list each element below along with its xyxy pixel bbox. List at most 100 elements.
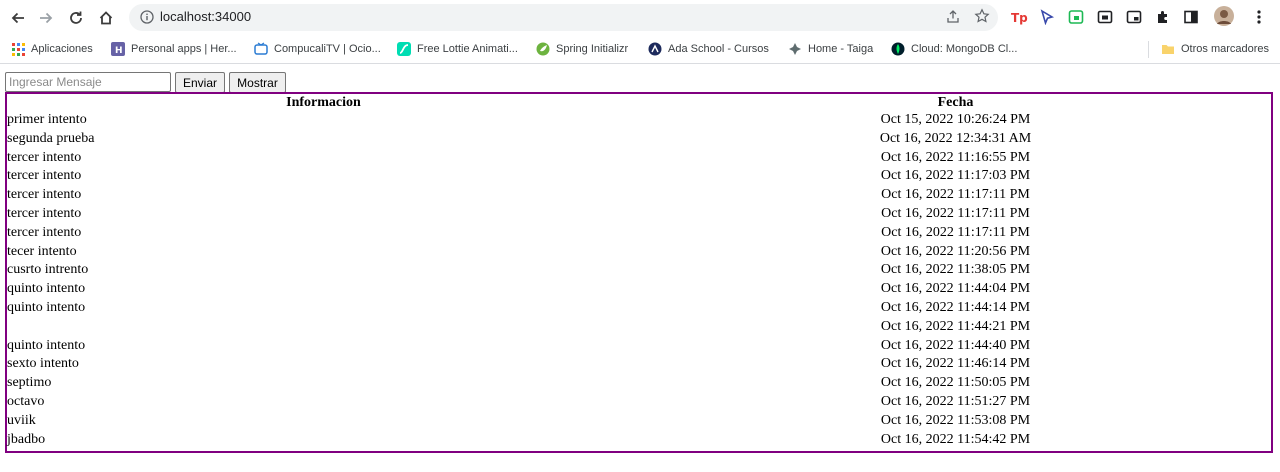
svg-text:H: H [115,46,123,56]
mongodb-icon [891,42,905,56]
cell-date: Oct 16, 2022 11:50:05 PM [880,375,1031,391]
cell-date: Oct 16, 2022 11:44:14 PM [880,299,1031,315]
cell-info: tecer intento [7,243,77,259]
table-row: quinto intento Oct 16, 2022 11:44:04 PM [7,280,1271,299]
address-bar[interactable]: localhost:34000 [129,4,998,31]
cell-info: primer intento [7,112,87,127]
extension-pip-icon[interactable] [1125,8,1143,26]
site-info-icon[interactable] [140,10,154,29]
cell-info: tercer intento [7,187,82,203]
cell-info: tercer intento [7,205,82,221]
bookmark-apps[interactable]: Aplicaciones [11,40,93,58]
extension-green-icon[interactable] [1067,8,1085,26]
forward-arrow-icon [40,12,53,24]
bookmark-label: Personal apps | Her... [131,43,237,55]
cell-info: quinto intento [7,281,86,297]
reload-button[interactable] [64,6,88,30]
bookmark-label: Ada School - Cursos [668,43,769,55]
extensions-puzzle-icon[interactable] [1154,8,1172,26]
cell-date: Oct 16, 2022 11:51:27 PM [880,393,1031,409]
show-button[interactable]: Mostrar [229,72,286,93]
cell-info: uviik [7,412,36,428]
cell-info: tercer intento [7,149,82,165]
taiga-icon [788,42,802,56]
cell-info: sexto intento [7,356,79,372]
svg-text:Tp: Tp [1011,11,1028,25]
bookmark-mongodb[interactable]: Cloud: MongoDB Cl... [891,40,1017,58]
tv-icon [254,42,268,56]
heroku-icon: H [111,42,125,56]
chrome-menu-icon[interactable] [1250,8,1268,26]
bookmark-other-folder[interactable]: Otros marcadores [1161,40,1269,58]
back-button[interactable] [6,6,30,30]
home-icon [99,11,113,25]
forward-button[interactable] [34,6,58,30]
cell-info: quinto intento [7,337,86,353]
profile-avatar[interactable] [1213,5,1235,27]
bookmark-star-icon[interactable] [974,8,990,29]
bookmarks-bar: Aplicaciones H Personal apps | Her... Co… [0,35,1280,64]
cell-date: Oct 16, 2022 11:17:11 PM [881,205,1030,221]
extension-tp-icon[interactable]: Tp [1010,8,1028,26]
table-row: cusrto intrento Oct 16, 2022 11:38:05 PM [7,261,1271,280]
column-header-date: Fecha [937,95,974,110]
cell-info: quinto intento [7,299,86,315]
folder-icon [1161,42,1175,56]
bookmark-taiga[interactable]: Home - Taiga [788,40,873,58]
back-arrow-icon [11,12,24,24]
bookmark-label: Free Lottie Animati... [417,43,518,55]
reload-icon [70,11,82,24]
bookmark-spring[interactable]: Spring Initializr [536,40,628,58]
cell-info: cusrto intrento [7,262,89,278]
bookmark-lottie[interactable]: Free Lottie Animati... [397,40,518,58]
table-row: jbadbo Oct 16, 2022 11:54:42 PM [7,431,1271,450]
bookmark-label: Home - Taiga [808,43,874,55]
page-content: Enviar Mostrar Informacion Fecha primer … [0,65,1280,472]
cell-date: Oct 16, 2022 11:20:56 PM [880,243,1031,259]
table-row: tercer intento Oct 16, 2022 11:17:11 PM [7,205,1271,224]
cell-date: Oct 16, 2022 11:17:11 PM [881,224,1030,240]
table-row: quinto intento Oct 16, 2022 11:44:14 PM [7,299,1271,318]
share-icon[interactable] [945,9,961,30]
bookmark-ada-school[interactable]: Ada School - Cursos [648,40,769,58]
cell-date: Oct 16, 2022 11:54:42 PM [880,431,1031,447]
apps-grid-icon [11,42,25,56]
extension-cursor-icon[interactable] [1038,8,1056,26]
home-button[interactable] [94,6,118,30]
table-row: tecer intento Oct 16, 2022 11:20:56 PM [7,243,1271,262]
cell-date: Oct 16, 2022 11:16:55 PM [880,149,1031,165]
table-body: primer intento Oct 15, 2022 10:26:24 PM se… [7,111,1271,449]
lottie-icon [397,42,411,56]
cell-date: Oct 16, 2022 12:34:31 AM [879,130,1032,146]
bookmark-heroku[interactable]: H Personal apps | Her... [111,40,237,58]
bookmark-label: Spring Initializr [556,43,629,55]
table-row: tercer intento Oct 16, 2022 11:16:55 PM [7,149,1271,168]
cell-date: Oct 16, 2022 11:53:08 PM [880,412,1031,428]
cell-date: Oct 16, 2022 11:44:40 PM [880,337,1031,353]
messages-table: Informacion Fecha primer intento Oct 15, … [5,92,1273,453]
browser-toolbar: localhost:34000 Tp [0,0,1280,35]
cell-date: Oct 16, 2022 11:17:11 PM [881,187,1030,203]
bookmark-label: Otros marcadores [1181,43,1270,55]
bookmarks-divider [1148,41,1149,58]
cell-info: tercer intento [7,224,82,240]
cell-date: Oct 16, 2022 11:46:14 PM [880,356,1031,372]
cell-date: Oct 16, 2022 11:44:04 PM [880,281,1031,297]
send-button[interactable]: Enviar [175,72,225,93]
table-header-row: Informacion Fecha [7,94,1271,111]
bookmark-label: Cloud: MongoDB Cl... [911,43,1018,55]
message-input[interactable] [5,72,171,92]
cell-date: Oct 16, 2022 11:38:05 PM [880,262,1031,278]
ada-school-icon [648,42,662,56]
table-row: septimo Oct 16, 2022 11:50:05 PM [7,374,1271,393]
table-row: octavo Oct 16, 2022 11:51:27 PM [7,393,1271,412]
extension-window-icon[interactable] [1096,8,1114,26]
bookmark-compucali[interactable]: CompucaliTV | Ocio... [254,40,381,58]
table-row: sexto intento Oct 16, 2022 11:46:14 PM [7,355,1271,374]
table-row: primer intento Oct 15, 2022 10:26:24 PM [7,111,1271,130]
cell-info: tercer intento [7,168,82,184]
table-row: quinto intento Oct 16, 2022 11:44:40 PM [7,337,1271,356]
table-row: Oct 16, 2022 11:44:21 PM [7,318,1271,337]
side-panel-icon[interactable] [1182,8,1200,26]
url-text: localhost:34000 [160,9,252,24]
